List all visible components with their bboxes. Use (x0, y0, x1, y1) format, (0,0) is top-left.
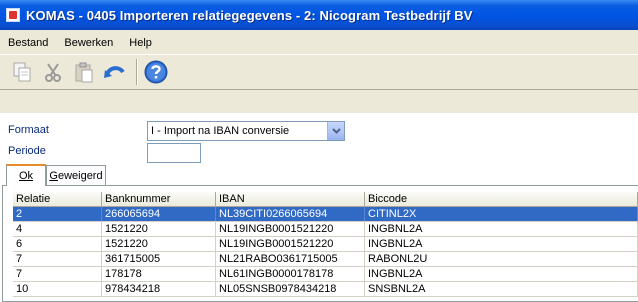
period-label: Periode (8, 145, 46, 157)
table-row[interactable]: 7 361715005 NL21RABO0361715005 RABONL2U (13, 252, 638, 267)
cell-iban: NL05SNSB0978434218 (216, 282, 365, 296)
help-button[interactable] (142, 58, 170, 86)
cell-iban: NL39CITI0266065694 (216, 207, 365, 221)
cell-biccode: CITINL2X (365, 207, 638, 221)
table-row[interactable]: 2 266065694 NL39CITI0266065694 CITINL2X (13, 207, 638, 222)
window-title: KOMAS - 0405 Importeren relatiegegevens … (26, 7, 473, 23)
cell-iban: NL21RABO0361715005 (216, 252, 365, 266)
tab-rejected-label: Geweigerd (49, 169, 103, 182)
cell-banknummer: 1521220 (102, 237, 216, 251)
menu-help[interactable]: Help (127, 37, 154, 49)
cell-biccode: SNSBNL2A (365, 282, 638, 296)
table-row[interactable]: 6 1521220 NL19INGB0001521220 INGBNL2A (13, 237, 638, 252)
dropdown-button[interactable] (327, 122, 344, 140)
cell-relatie: 10 (13, 282, 102, 296)
column-header-biccode[interactable]: Biccode (365, 192, 638, 206)
menu-bestand[interactable]: Bestand (6, 37, 50, 49)
help-icon (144, 60, 168, 84)
title-bar: KOMAS - 0405 Importeren relatiegegevens … (0, 0, 638, 30)
tab-ok[interactable]: Ok (6, 164, 46, 186)
cell-banknummer: 266065694 (102, 207, 216, 221)
cell-iban: NL61INGB0000178178 (216, 267, 365, 281)
toolbar-separator (136, 59, 138, 85)
chevron-down-icon (331, 128, 341, 134)
toolbar (0, 54, 638, 90)
undo-button[interactable] (101, 58, 129, 86)
column-header-iban[interactable]: IBAN (216, 192, 365, 206)
cell-biccode: RABONL2U (365, 252, 638, 266)
relations-grid: Relatie Banknummer IBAN Biccode 2 266065… (13, 192, 638, 297)
cell-banknummer: 178178 (102, 267, 216, 281)
panel-header-strip (0, 91, 638, 113)
cell-relatie: 6 (13, 237, 102, 251)
cell-banknummer: 1521220 (102, 222, 216, 236)
paste-icon (75, 62, 93, 83)
menu-bar: Bestand Bewerken Help (0, 34, 638, 52)
cut-icon (45, 63, 61, 82)
cell-banknummer: 978434218 (102, 282, 216, 296)
cell-iban: NL19INGB0001521220 (216, 222, 365, 236)
cell-relatie: 7 (13, 252, 102, 266)
cell-banknummer: 361715005 (102, 252, 216, 266)
cell-biccode: INGBNL2A (365, 222, 638, 236)
tab-rejected[interactable]: Geweigerd (46, 165, 106, 185)
copy-icon (13, 62, 31, 82)
column-header-banknummer[interactable]: Banknummer (102, 192, 216, 206)
format-label: Formaat (8, 124, 49, 136)
tab-ok-label: Ok (18, 170, 34, 182)
table-row[interactable]: 4 1521220 NL19INGB0001521220 INGBNL2A (13, 222, 638, 237)
table-row[interactable]: 7 178178 NL61INGB0000178178 INGBNL2A (13, 267, 638, 282)
menu-bewerken[interactable]: Bewerken (62, 37, 115, 49)
period-input[interactable] (147, 143, 201, 163)
app-icon (6, 8, 20, 22)
format-select[interactable]: I - Import na IBAN conversie (147, 121, 345, 141)
cell-biccode: INGBNL2A (365, 267, 638, 281)
grid-header: Relatie Banknummer IBAN Biccode (13, 192, 638, 207)
cut-button[interactable] (39, 58, 67, 86)
cell-iban: NL19INGB0001521220 (216, 237, 365, 251)
undo-icon (104, 66, 125, 78)
table-row[interactable]: 10 978434218 NL05SNSB0978434218 SNSBNL2A (13, 282, 638, 297)
cell-relatie: 4 (13, 222, 102, 236)
paste-button[interactable] (70, 58, 98, 86)
format-value: I - Import na IBAN conversie (151, 125, 290, 137)
copy-button[interactable] (8, 58, 36, 86)
cell-relatie: 7 (13, 267, 102, 281)
cell-biccode: INGBNL2A (365, 237, 638, 251)
column-header-relatie[interactable]: Relatie (13, 192, 102, 206)
cell-relatie: 2 (13, 207, 102, 221)
